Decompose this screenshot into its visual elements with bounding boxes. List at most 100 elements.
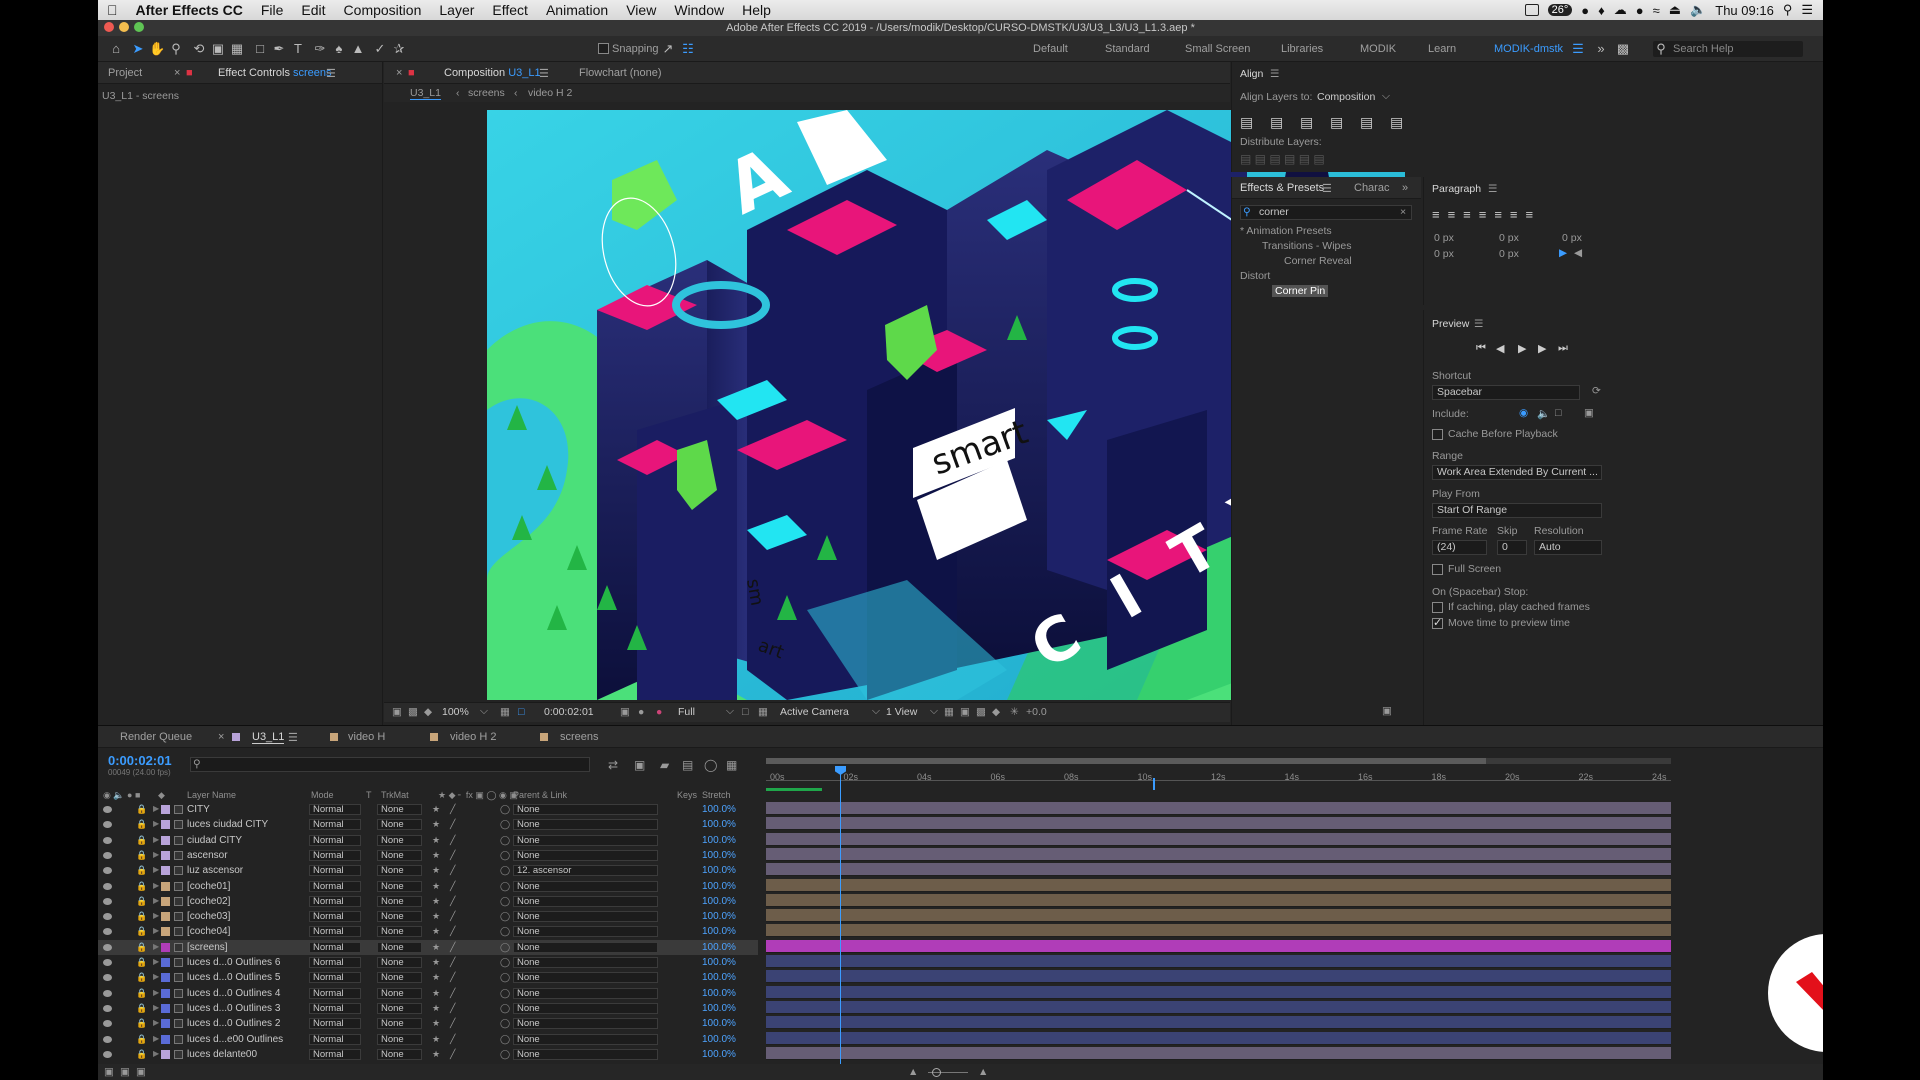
- brush-tool-icon[interactable]: ✑: [312, 41, 328, 57]
- rectangle-tool-icon[interactable]: □: [252, 41, 268, 57]
- blend-mode-select[interactable]: Normal: [309, 819, 361, 831]
- fast-previews-icon[interactable]: ▣: [960, 706, 970, 718]
- quality-switch-icon[interactable]: ╱: [450, 1034, 455, 1045]
- stretch-header[interactable]: Stretch: [702, 790, 731, 800]
- visibility-eye-icon[interactable]: [103, 989, 112, 997]
- lock-icon[interactable]: 🔒: [136, 988, 147, 999]
- parent-pickwhip-icon[interactable]: ◯: [500, 835, 510, 846]
- collapse-switch-icon[interactable]: ★: [432, 896, 440, 907]
- parent-pickwhip-icon[interactable]: ◯: [500, 1034, 510, 1045]
- parent-pickwhip-icon[interactable]: ◯: [500, 942, 510, 953]
- parent-pickwhip-icon[interactable]: ◯: [500, 926, 510, 937]
- layer-name[interactable]: ciudad CITY: [187, 835, 242, 846]
- collapse-switch-icon[interactable]: ★: [432, 850, 440, 861]
- workspace-libraries[interactable]: Libraries: [1281, 43, 1323, 55]
- menu-layer[interactable]: Layer: [430, 2, 483, 18]
- reset-shortcut-icon[interactable]: ⟳: [1592, 385, 1601, 397]
- prev-frame-icon[interactable]: ◀: [1496, 342, 1504, 355]
- menu-effect[interactable]: Effect: [483, 2, 537, 18]
- layer-duration-bar[interactable]: [766, 1031, 1671, 1045]
- lock-icon[interactable]: 🔒: [136, 850, 147, 861]
- parent-select[interactable]: 12. ascensor: [513, 865, 658, 877]
- minimize-window-button[interactable]: [119, 22, 129, 32]
- tab-video-h2[interactable]: video H 2: [450, 731, 496, 743]
- transparency-grid-icon[interactable]: □: [518, 706, 524, 718]
- parent-select[interactable]: None: [513, 834, 658, 846]
- timeline-menu-icon[interactable]: ☰: [288, 731, 298, 744]
- toggle-modes-icon[interactable]: ▣: [120, 1066, 130, 1078]
- views-chevron-icon[interactable]: ⌵: [930, 705, 938, 718]
- layer-name-header[interactable]: Layer Name: [187, 790, 236, 800]
- align-menu-icon[interactable]: ☰: [1270, 68, 1279, 80]
- exposure-icon[interactable]: ✳: [1010, 706, 1019, 718]
- quality-switch-icon[interactable]: ╱: [450, 850, 455, 861]
- timeline-layer-row[interactable]: 🔒 ▶ [coche02] Normal None ★ ╱ ◯ None 100.0%: [98, 894, 758, 909]
- timeline-layer-row[interactable]: 🔒 ▶ [screens] Normal None ★ ╱ ◯ None 100.0%: [98, 939, 758, 955]
- blend-mode-select[interactable]: Normal: [309, 987, 361, 999]
- collapse-switch-icon[interactable]: ★: [432, 942, 440, 953]
- comp-panel-menu-icon[interactable]: ☰: [539, 67, 549, 80]
- lock-icon[interactable]: 🔒: [136, 865, 147, 876]
- twirl-arrow-icon[interactable]: ▶: [153, 942, 159, 951]
- visibility-eye-icon[interactable]: [103, 1035, 112, 1043]
- layer-name[interactable]: [screens]: [187, 942, 228, 953]
- channel-icon[interactable]: ●: [656, 706, 662, 718]
- twirl-arrow-icon[interactable]: ▶: [153, 1034, 159, 1043]
- layer-name[interactable]: [coche04]: [187, 926, 230, 937]
- menu-composition[interactable]: Composition: [335, 2, 431, 18]
- work-area-bar[interactable]: [766, 758, 1486, 764]
- align-left-icon[interactable]: ▤: [1240, 114, 1253, 131]
- rotate-tool-icon[interactable]: ⟲: [191, 41, 207, 57]
- trkmat-select[interactable]: None: [377, 926, 422, 938]
- stretch-value[interactable]: 100.0%: [702, 926, 736, 937]
- layer-duration-bar[interactable]: [766, 1046, 1671, 1060]
- layer-duration-bar[interactable]: [766, 1000, 1671, 1014]
- workspace-modik-dmstk[interactable]: MODIK-dmstk: [1494, 43, 1563, 55]
- fx-item[interactable]: Distort: [1240, 270, 1270, 282]
- zoom-select[interactable]: 100%: [442, 706, 469, 718]
- tab-u3-l1[interactable]: U3_L1: [252, 731, 285, 744]
- stretch-value[interactable]: 100.0%: [702, 1034, 736, 1045]
- apple-icon[interactable]: : [98, 2, 127, 18]
- range-select[interactable]: Work Area Extended By Current ...: [1432, 465, 1602, 480]
- new-bin-icon[interactable]: ▣: [1382, 705, 1392, 717]
- timeline-layer-row[interactable]: 🔒 ▶ luces ciudad CITY Normal None ★ ╱ ◯ None 100.…: [98, 817, 758, 832]
- timeline-layer-row[interactable]: 🔒 ▶ luces d...0 Outlines 3 Normal None ★ ╱ ◯ Non…: [98, 1001, 758, 1016]
- align-to-chevron-icon[interactable]: ⌵: [1382, 90, 1390, 103]
- tab-render-queue[interactable]: Render Queue: [120, 731, 192, 743]
- label-color-swatch[interactable]: [161, 896, 170, 906]
- timeline-layer-row[interactable]: 🔒 ▶ [coche01] Normal None ★ ╱ ◯ None 100.0%: [98, 879, 758, 894]
- trkmat-header[interactable]: TrkMat: [381, 790, 409, 800]
- twirl-arrow-icon[interactable]: ▶: [153, 972, 159, 981]
- volume-icon[interactable]: 🔈: [1690, 2, 1706, 18]
- layer-name[interactable]: luz ascensor: [187, 865, 243, 876]
- parent-select[interactable]: None: [513, 1002, 658, 1014]
- shield-icon[interactable]: ●: [1636, 3, 1644, 18]
- lock-icon[interactable]: 🔒: [136, 896, 147, 907]
- clear-search-icon[interactable]: ×: [1400, 206, 1406, 218]
- menu-help[interactable]: Help: [733, 2, 780, 18]
- workspace-small-screen[interactable]: Small Screen: [1185, 43, 1250, 55]
- trkmat-select[interactable]: None: [377, 865, 422, 877]
- screen-record-icon[interactable]: [1524, 4, 1539, 16]
- label-color-swatch[interactable]: [161, 988, 170, 998]
- collapse-switch-icon[interactable]: ★: [432, 957, 440, 968]
- label-color-swatch[interactable]: [161, 820, 170, 830]
- layer-name[interactable]: luces ciudad CITY: [187, 819, 268, 830]
- more-workspaces-icon[interactable]: »: [1593, 41, 1609, 57]
- trkmat-select[interactable]: None: [377, 911, 422, 923]
- indent-right-value[interactable]: 0 px: [1499, 232, 1519, 244]
- first-frame-icon[interactable]: ⏮: [1476, 342, 1486, 355]
- quality-switch-icon[interactable]: ╱: [450, 942, 455, 953]
- cache-before-checkbox[interactable]: [1432, 429, 1443, 440]
- parent-pickwhip-icon[interactable]: ◯: [500, 850, 510, 861]
- blend-mode-select[interactable]: Normal: [309, 1048, 361, 1060]
- snapshot-icon[interactable]: ▣: [620, 706, 630, 718]
- visibility-eye-icon[interactable]: [103, 959, 112, 966]
- zoom-in-icon[interactable]: ▲: [978, 1066, 988, 1078]
- clone-stamp-tool-icon[interactable]: ♠: [331, 41, 347, 57]
- last-frame-icon[interactable]: ⏭: [1558, 342, 1568, 355]
- timeline-layer-row[interactable]: 🔒 ▶ CITY Normal None ★ ╱ ◯ None 100.0%: [98, 802, 758, 817]
- label-color-swatch[interactable]: [161, 866, 170, 876]
- align-vcenter-icon[interactable]: ▤: [1360, 114, 1373, 131]
